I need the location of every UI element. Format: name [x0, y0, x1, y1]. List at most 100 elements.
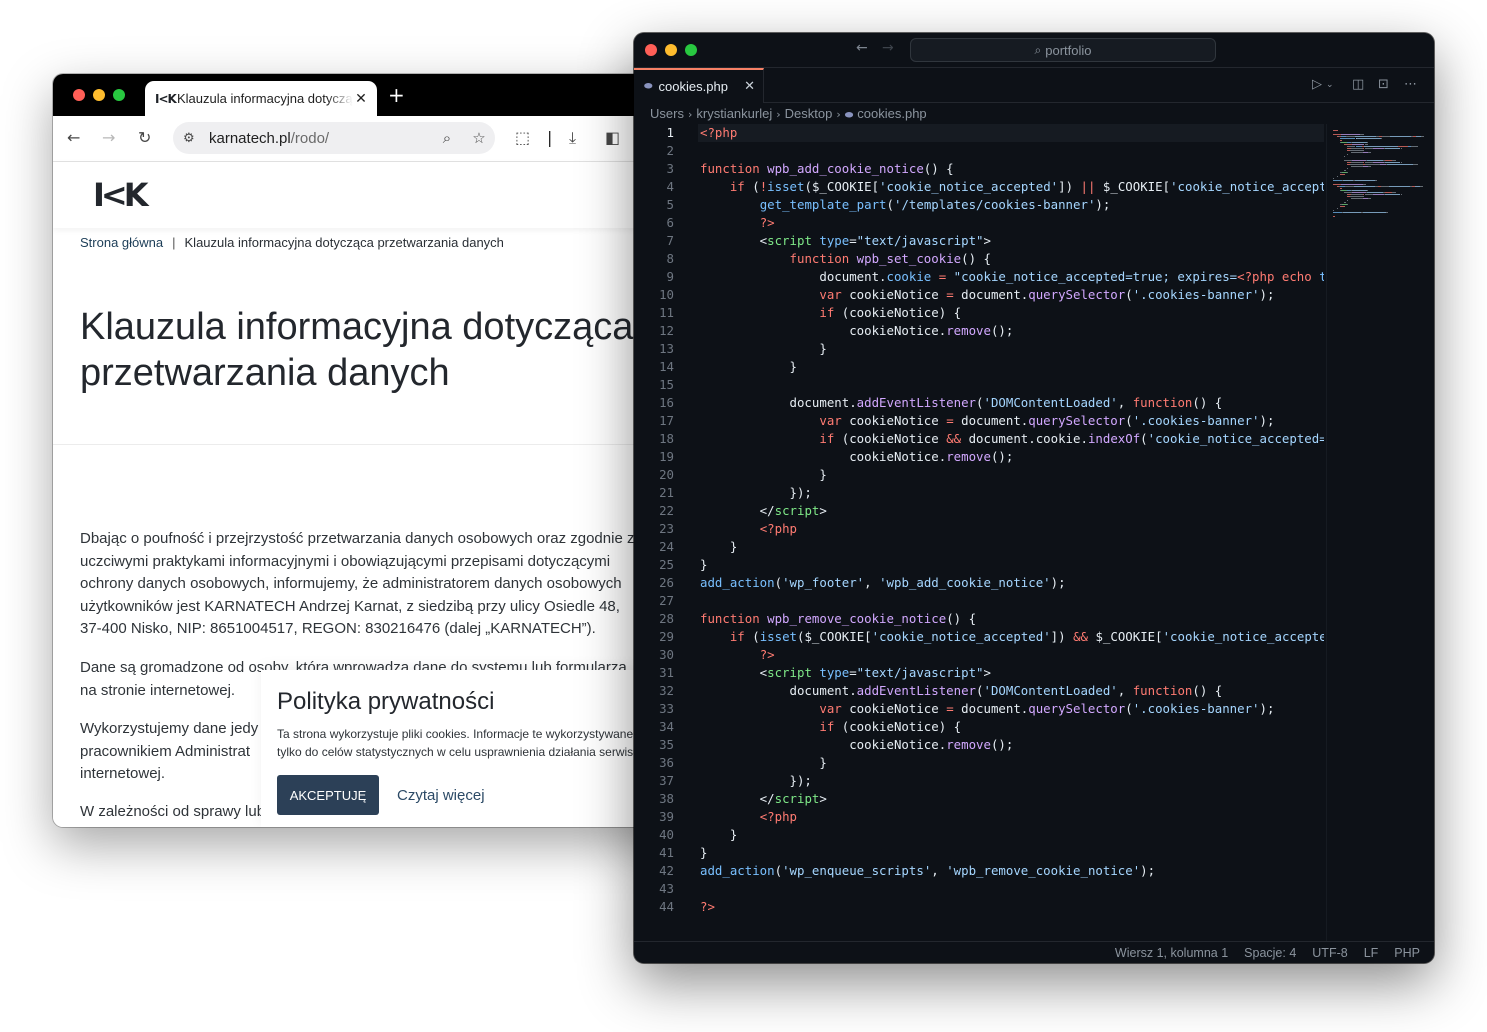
browser-tab-title: Klauzula informacyjna dotycząca przetwar…	[177, 91, 353, 106]
code-line[interactable]: 15	[634, 376, 1324, 394]
code-line[interactable]: 41}	[634, 844, 1324, 862]
code-line[interactable]: 39 <?php	[634, 808, 1324, 826]
command-center-search[interactable]: ⌕ portfolio	[910, 38, 1216, 62]
code-line[interactable]: 32 document.addEventListener('DOMContent…	[634, 682, 1324, 700]
accept-cookies-button[interactable]: AKCEPTUJĘ	[277, 775, 379, 815]
nav-back-icon[interactable]: ←	[856, 40, 868, 56]
code-line[interactable]: 33 var cookieNotice = document.querySele…	[634, 700, 1324, 718]
site-settings-icon[interactable]: ⚙	[183, 131, 209, 146]
language-mode[interactable]: PHP	[1394, 946, 1420, 960]
code-line[interactable]: 9 document.cookie = "cookie_notice_accep…	[634, 268, 1324, 286]
code-line[interactable]: 5 get_template_part('/templates/cookies-…	[634, 196, 1324, 214]
reload-icon[interactable]: ↻	[138, 128, 151, 147]
encoding[interactable]: UTF-8	[1312, 946, 1347, 960]
code-line[interactable]: 12 cookieNotice.remove();	[634, 322, 1324, 340]
run-options-chevron-icon[interactable]: ⌄	[1326, 80, 1334, 90]
code-line[interactable]: 25}	[634, 556, 1324, 574]
breadcrumb-user-folder[interactable]: krystiankurlej	[696, 106, 772, 121]
code-line[interactable]: 36 }	[634, 754, 1324, 772]
extensions-icon[interactable]: ⬚	[515, 128, 530, 147]
code-line[interactable]: 1 <?php	[634, 124, 1324, 142]
minimize-window-button[interactable]	[665, 44, 677, 56]
maximize-window-button[interactable]	[113, 89, 125, 101]
code-line[interactable]: 35 cookieNotice.remove();	[634, 736, 1324, 754]
browser-tab[interactable]: I<K Klauzula informacyjna dotycząca prze…	[145, 81, 377, 116]
code-line[interactable]: 43	[634, 880, 1324, 898]
code-line[interactable]: 42 add_action('wp_enqueue_scripts', 'wpb_…	[634, 862, 1324, 880]
close-tab-icon[interactable]: ✕	[744, 79, 755, 94]
code-line[interactable]: 18 if (cookieNotice && document.cookie.i…	[634, 430, 1324, 448]
code-line[interactable]: 31 <script type="text/javascript">	[634, 664, 1324, 682]
side-panel-icon[interactable]: ◧	[605, 128, 620, 147]
code-line[interactable]: 21 });	[634, 484, 1324, 502]
code-line[interactable]: 30 ?>	[634, 646, 1324, 664]
code-token: echo	[1281, 269, 1320, 284]
code-line[interactable]: 11 if (cookieNotice) {	[634, 304, 1324, 322]
breadcrumb-desktop[interactable]: Desktop	[785, 106, 833, 121]
close-tab-icon[interactable]: ✕	[353, 91, 369, 107]
unlock-icon[interactable]: ⊡	[1378, 77, 1389, 92]
code-line[interactable]: 37 });	[634, 772, 1324, 790]
minimize-window-button[interactable]	[93, 89, 105, 101]
code-line[interactable]: 26 add_action('wp_footer', 'wpb_add_cooki…	[634, 574, 1324, 592]
code-token: script	[767, 665, 820, 680]
code-line[interactable]: 28 function wpb_remove_cookie_notice() {	[634, 610, 1324, 628]
nav-forward-icon[interactable]: →	[882, 40, 894, 56]
close-window-button[interactable]	[645, 44, 657, 56]
code-token: >	[819, 503, 827, 518]
karnatech-logo-icon[interactable]: I<K	[93, 176, 148, 214]
more-actions-icon[interactable]: ⋯	[1404, 77, 1417, 92]
close-window-button[interactable]	[73, 89, 85, 101]
code-line[interactable]: 40 }	[634, 826, 1324, 844]
code-token: (	[1125, 701, 1133, 716]
read-more-link[interactable]: Czytaj więcej	[397, 787, 485, 804]
breadcrumb-users[interactable]: Users	[650, 106, 684, 121]
code-line[interactable]: 44 ?>	[634, 898, 1324, 916]
code-line[interactable]: 3 function wpb_add_cookie_notice() {	[634, 160, 1324, 178]
editor-tab-cookies-php[interactable]: ⬬ cookies.php ✕	[634, 68, 764, 103]
code-editor[interactable]: 1 <?php 2 3 function wpb_add_cookie_notice()…	[634, 124, 1324, 942]
download-icon[interactable]: ⤓	[569, 128, 576, 148]
back-arrow-icon[interactable]: ←	[67, 128, 80, 147]
code-line[interactable]: 14 }	[634, 358, 1324, 376]
line-number: 29	[659, 629, 674, 644]
zoom-icon[interactable]: ⌕	[431, 129, 463, 147]
code-line[interactable]: 13 }	[634, 340, 1324, 358]
run-icon[interactable]: ▷	[1312, 77, 1322, 92]
indentation[interactable]: Spacje: 4	[1244, 946, 1296, 960]
breadcrumb-file[interactable]: cookies.php	[857, 106, 926, 121]
address-bar[interactable]: ⚙ karnatech.pl/rodo/ ⌕ ☆	[173, 122, 495, 154]
code-line[interactable]: 24 }	[634, 538, 1324, 556]
code-line[interactable]: 17 var cookieNotice = document.querySele…	[634, 412, 1324, 430]
code-line[interactable]: 16 document.addEventListener('DOMContent…	[634, 394, 1324, 412]
code-line[interactable]: 10 var cookieNotice = document.querySele…	[634, 286, 1324, 304]
code-line[interactable]: 23 <?php	[634, 520, 1324, 538]
code-line[interactable]: 4 if (!isset($_COOKIE['cookie_notice_acc…	[634, 178, 1324, 196]
code-line[interactable]: 8 function wpb_set_cookie() {	[634, 250, 1324, 268]
line-number: 40	[659, 827, 674, 842]
bookmark-star-icon[interactable]: ☆	[463, 129, 495, 147]
code-line[interactable]: 20 }	[634, 466, 1324, 484]
code-line[interactable]: 7 <script type="text/javascript">	[634, 232, 1324, 250]
code-line[interactable]: 19 cookieNotice.remove();	[634, 448, 1324, 466]
line-number: 36	[659, 755, 674, 770]
code-line[interactable]: 2	[634, 142, 1324, 160]
cursor-position[interactable]: Wiersz 1, kolumna 1	[1115, 946, 1228, 960]
code-line[interactable]: 34 if (cookieNotice) {	[634, 718, 1324, 736]
split-editor-icon[interactable]: ◫	[1352, 77, 1364, 92]
maximize-window-button[interactable]	[685, 44, 697, 56]
minimap-token	[1367, 190, 1369, 191]
code-line[interactable]: 6 ?>	[634, 214, 1324, 232]
new-tab-button[interactable]: +	[388, 83, 405, 107]
breadcrumb-home-link[interactable]: Strona główna	[80, 235, 163, 250]
code-token: <	[700, 665, 768, 680]
minimap-token	[1351, 152, 1363, 153]
code-line[interactable]: 29 if (isset($_COOKIE['cookie_notice_acc…	[634, 628, 1324, 646]
forward-arrow-icon[interactable]: →	[102, 128, 115, 147]
code-line[interactable]: 27	[634, 592, 1324, 610]
minimap[interactable]	[1326, 124, 1430, 942]
code-line[interactable]: 22 </script>	[634, 502, 1324, 520]
code-line[interactable]: 38 </script>	[634, 790, 1324, 808]
end-of-line[interactable]: LF	[1364, 946, 1379, 960]
url-text[interactable]: karnatech.pl/rodo/	[209, 130, 431, 147]
